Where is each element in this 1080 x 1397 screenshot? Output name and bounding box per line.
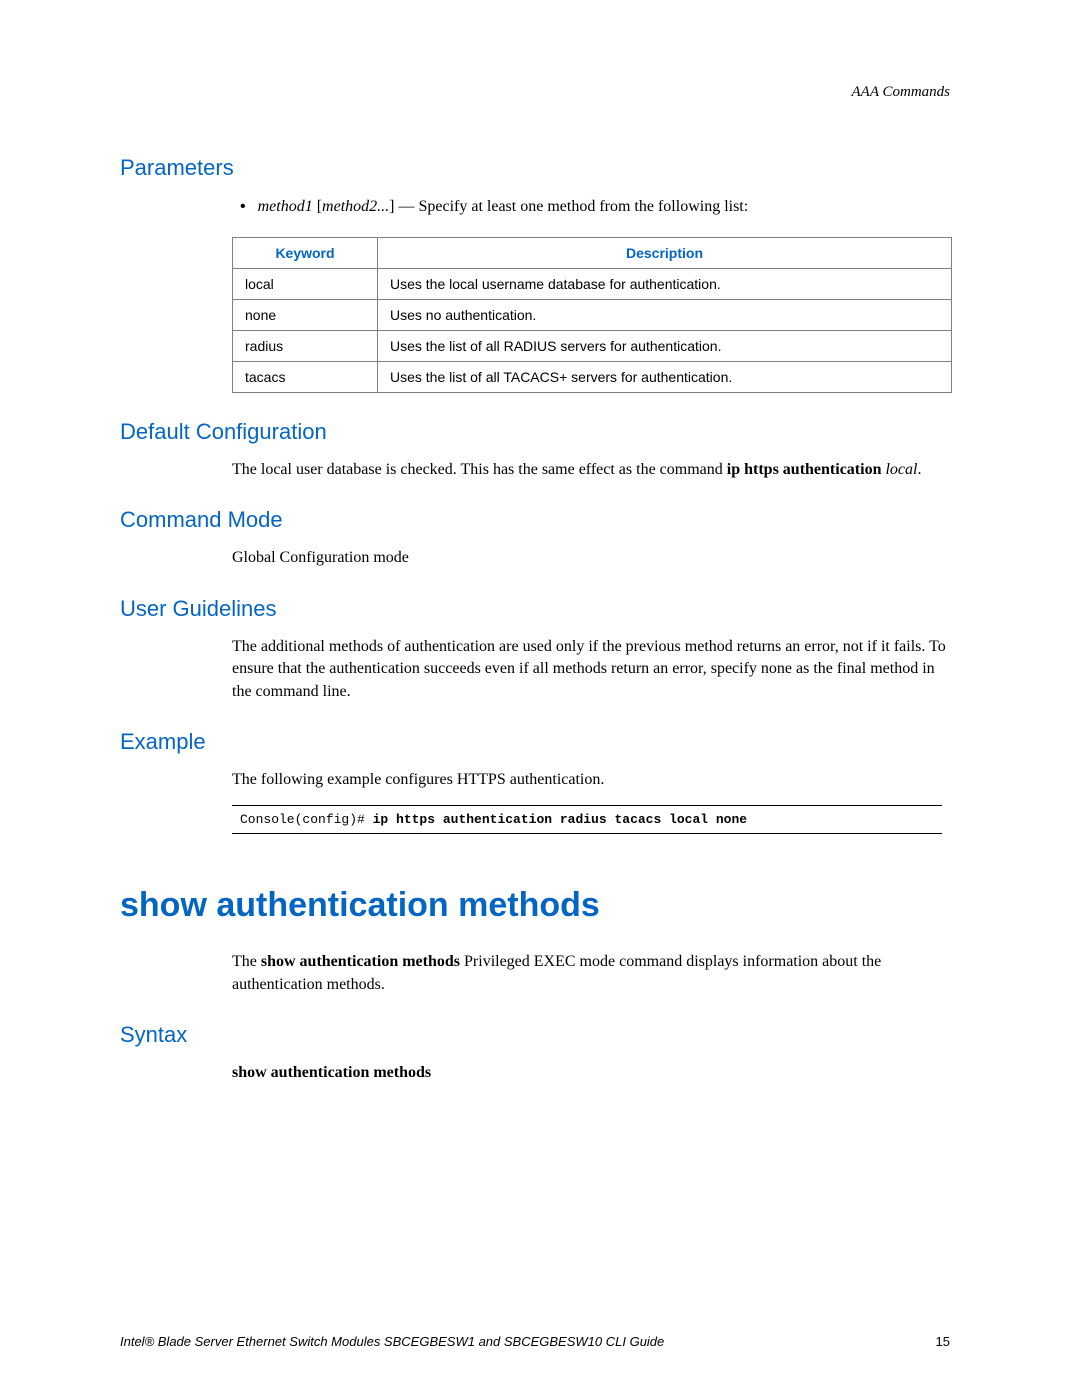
code-command: ip https authentication radius tacacs lo… (373, 812, 747, 827)
method1-text: method1 (258, 198, 313, 215)
page-footer: Intel® Blade Server Ethernet Switch Modu… (120, 1334, 950, 1349)
table-header-row: Keyword Description (233, 238, 952, 269)
table-row: none Uses no authentication. (233, 300, 952, 331)
header-chapter-name: AAA Commands (120, 84, 950, 101)
heading-parameters: Parameters (120, 155, 950, 181)
parameters-table: Keyword Description local Uses the local… (232, 237, 952, 393)
cell-description: Uses no authentication. (378, 300, 952, 331)
cell-keyword: local (233, 269, 378, 300)
footer-page-number: 15 (936, 1334, 950, 1349)
heading-example: Example (120, 729, 950, 755)
heading-show-auth-methods: show authentication methods (120, 886, 950, 925)
table-row: radius Uses the list of all RADIUS serve… (233, 331, 952, 362)
footer-guide-title: Intel® Blade Server Ethernet Switch Modu… (120, 1334, 664, 1349)
table-row: local Uses the local username database f… (233, 269, 952, 300)
example-code-block: Console(config)# ip https authentication… (232, 805, 942, 834)
heading-command-mode: Command Mode (120, 507, 950, 533)
default-config-text: The local user database is checked. This… (232, 459, 950, 481)
show-auth-description: The show authentication methods Privileg… (232, 951, 950, 996)
bullet-dot-icon: • (240, 198, 246, 215)
heading-user-guidelines: User Guidelines (120, 596, 950, 622)
cell-keyword: tacacs (233, 362, 378, 393)
code-prompt: Console(config)# (240, 812, 373, 827)
heading-default-config: Default Configuration (120, 419, 950, 445)
command-mode-text: Global Configuration mode (232, 547, 950, 569)
parameters-bullet: • method1 [[method2...]method2...] — Spe… (240, 195, 950, 219)
method2-bracket: [[method2...]method2...] (317, 198, 399, 215)
syntax-text: show authentication methods (232, 1062, 950, 1084)
cell-keyword: radius (233, 331, 378, 362)
col-header-description: Description (378, 238, 952, 269)
bullet-rest: — Specify at least one method from the f… (398, 198, 748, 215)
cell-keyword: none (233, 300, 378, 331)
cell-description: Uses the list of all RADIUS servers for … (378, 331, 952, 362)
col-header-keyword: Keyword (233, 238, 378, 269)
cell-description: Uses the list of all TACACS+ servers for… (378, 362, 952, 393)
user-guidelines-text: The additional methods of authentication… (232, 636, 950, 703)
table-row: tacacs Uses the list of all TACACS+ serv… (233, 362, 952, 393)
example-intro: The following example configures HTTPS a… (232, 769, 950, 791)
cell-description: Uses the local username database for aut… (378, 269, 952, 300)
page-container: AAA Commands Parameters • method1 [[meth… (0, 0, 1080, 1397)
heading-syntax: Syntax (120, 1022, 950, 1048)
